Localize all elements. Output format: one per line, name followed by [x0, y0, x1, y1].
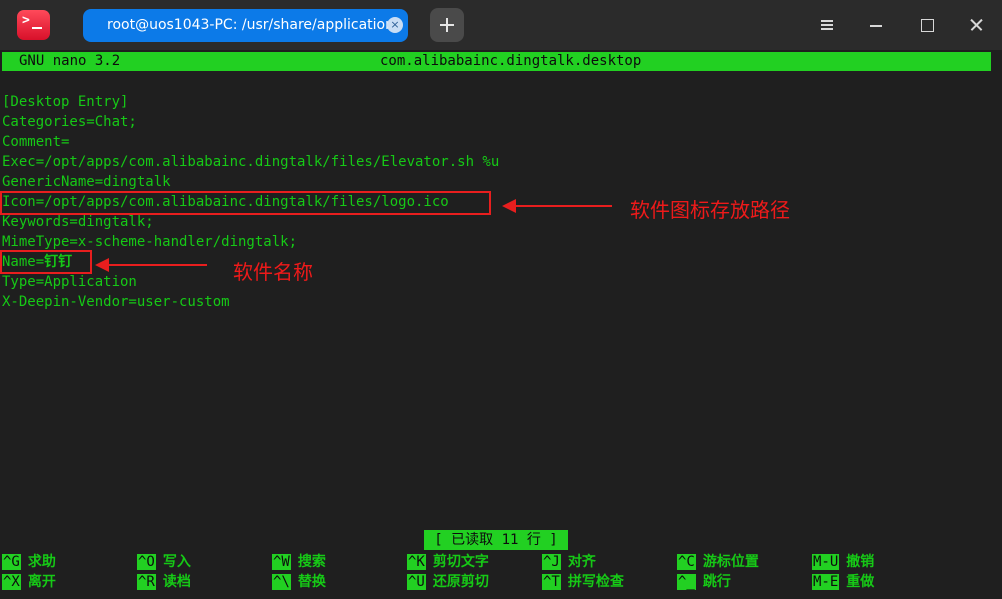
name-note: 软件名称: [233, 260, 313, 284]
editor-line: Exec=/opt/apps/com.alibabainc.dingtalk/f…: [2, 154, 500, 170]
editor-line: [Desktop Entry]: [2, 94, 129, 110]
shortcut-uncut[interactable]: ^U 还原剪切: [407, 573, 489, 591]
editor-line: Comment=: [2, 134, 70, 150]
shortcut-justify[interactable]: ^J 对齐: [542, 553, 596, 571]
terminal-app-icon[interactable]: >: [17, 10, 50, 40]
editor-line: MimeType=x-scheme-handler/dingtalk;: [2, 234, 298, 250]
nano-version: GNU nano 3.2: [19, 53, 121, 69]
nano-header: GNU nano 3.2 com.alibabainc.dingtalk.des…: [2, 52, 991, 71]
name-arrow: [95, 258, 207, 272]
shortcut-exit[interactable]: ^X 离开: [2, 573, 56, 591]
tab-close-icon[interactable]: ×: [387, 17, 403, 33]
shortcut-help[interactable]: ^G 求助: [2, 553, 56, 571]
shortcut-cut[interactable]: ^K 剪切文字: [407, 553, 489, 571]
icon-path-note: 软件图标存放路径: [630, 198, 790, 222]
editor-line: GenericName=dingtalk: [2, 174, 171, 190]
new-tab-button[interactable]: [430, 8, 464, 42]
nano-filename: com.alibabainc.dingtalk.desktop: [380, 53, 642, 69]
name-line-highlight: [0, 250, 92, 274]
editor-line: X-Deepin-Vendor=user-custom: [2, 294, 230, 310]
maximize-icon[interactable]: [917, 15, 937, 35]
editor-line: Keywords=dingtalk;: [2, 214, 154, 230]
menu-icon[interactable]: [817, 15, 837, 35]
shortcut-replace[interactable]: ^\ 替换: [272, 573, 326, 591]
shortcut-undo[interactable]: M-U 撤销: [812, 553, 874, 571]
cursor-glyph: [32, 27, 42, 29]
tab-title: root@uos1043-PC: /usr/share/applications: [107, 17, 402, 33]
shortcut-cursor-pos[interactable]: ^C 游标位置: [677, 553, 759, 571]
shortcut-redo[interactable]: M-E 重做: [812, 573, 874, 591]
terminal-tab[interactable]: root@uos1043-PC: /usr/share/applications…: [83, 9, 408, 42]
close-icon[interactable]: [966, 15, 986, 35]
shortcut-search[interactable]: ^W 搜索: [272, 553, 326, 571]
editor-line: Categories=Chat;: [2, 114, 137, 130]
icon-arrow: [502, 199, 612, 213]
shortcut-spell[interactable]: ^T 拼写检查: [542, 573, 624, 591]
shortcut-write[interactable]: ^O 写入: [137, 553, 191, 571]
shortcut-goto-line[interactable]: ^_ 跳行: [677, 573, 731, 591]
icon-line-highlight: [0, 191, 491, 215]
prompt-glyph: >: [22, 13, 30, 28]
title-bar: > root@uos1043-PC: /usr/share/applicatio…: [0, 0, 1002, 50]
shortcut-read-file[interactable]: ^R 读档: [137, 573, 191, 591]
status-bar: [ 已读取 11 行 ]: [424, 530, 568, 550]
minimize-icon[interactable]: [866, 15, 886, 35]
